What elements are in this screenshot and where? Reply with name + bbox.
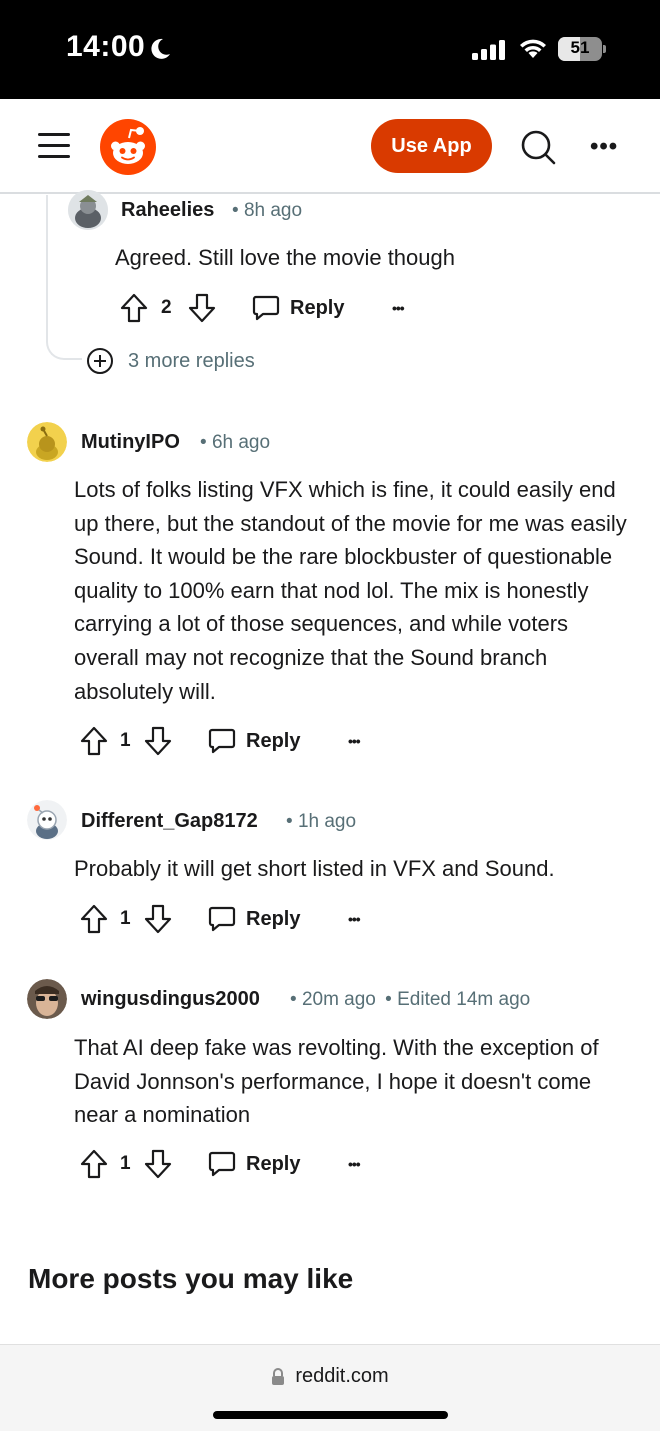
search-icon[interactable] <box>520 129 556 165</box>
comment-overflow-icon[interactable]: ••• <box>348 911 361 927</box>
cellular-signal-icon <box>472 40 505 60</box>
time-ago: 1h ago <box>297 811 357 832</box>
comment-body: Agreed. Still love the movie though <box>115 245 455 270</box>
status-time: 14:00 <box>66 30 146 63</box>
vote-count: 2 <box>161 297 172 318</box>
vote-count: 1 <box>120 908 131 929</box>
avatar[interactable] <box>27 979 67 1019</box>
comment-username[interactable]: Different_Gap8172 <box>81 810 258 833</box>
lock-icon <box>272 1367 285 1385</box>
use-app-button[interactable]: Use App <box>371 119 492 173</box>
comment-actions: 2 Reply ••• <box>120 292 420 326</box>
dot-separator: • <box>385 989 392 1010</box>
battery-icon: 51 <box>558 37 606 61</box>
dot-separator: • <box>232 200 239 221</box>
reply-comment-icon <box>208 906 236 932</box>
reply-comment-icon <box>252 295 280 321</box>
downvote-icon[interactable] <box>144 904 172 934</box>
more-replies-button[interactable]: 3 more replies <box>86 346 255 376</box>
upvote-icon[interactable] <box>120 293 148 323</box>
battery-level: 51 <box>570 38 590 57</box>
dot-separator: • <box>290 989 297 1010</box>
do-not-disturb-moon-icon <box>151 38 170 59</box>
downvote-icon[interactable] <box>144 726 172 756</box>
comment-overflow-icon[interactable]: ••• <box>348 1156 361 1172</box>
reply-label: Reply <box>246 729 301 752</box>
upvote-icon[interactable] <box>80 1149 108 1179</box>
expand-plus-icon <box>87 348 113 374</box>
upvote-icon[interactable] <box>80 726 108 756</box>
url-domain[interactable]: reddit.com <box>295 1365 388 1388</box>
status-bar: 14:00 51 <box>0 0 660 99</box>
comment-timestamp: • 6h ago <box>200 432 270 454</box>
reply-comment-icon <box>208 1151 236 1177</box>
comment-username[interactable]: wingusdingus2000 <box>81 988 260 1011</box>
comment-username[interactable]: Raheelies <box>121 199 214 222</box>
more-replies-label: 3 more replies <box>128 349 255 372</box>
more-options-icon[interactable]: ••• <box>590 135 622 159</box>
reply-button[interactable]: Reply <box>208 905 300 933</box>
comment-username[interactable]: MutinyIPO <box>81 431 180 454</box>
comment-overflow-icon[interactable]: ••• <box>392 300 405 316</box>
comment-actions: 1 Reply ••• <box>80 1148 380 1182</box>
time-ago: 8h ago <box>243 200 303 221</box>
browser-url-bar[interactable]: reddit.com <box>0 1344 660 1431</box>
reply-comment-icon <box>208 728 236 754</box>
comment-body: Probably it will get short listed in VFX… <box>74 856 555 881</box>
avatar[interactable] <box>68 190 108 230</box>
hamburger-menu-icon[interactable] <box>38 133 70 159</box>
avatar[interactable] <box>27 800 67 840</box>
reply-button[interactable]: Reply <box>208 727 300 755</box>
reply-label: Reply <box>290 296 345 319</box>
vote-count: 1 <box>120 730 131 751</box>
avatar[interactable] <box>27 422 67 462</box>
reply-button[interactable]: Reply <box>252 294 344 322</box>
dot-separator: • <box>286 811 293 832</box>
reply-label: Reply <box>246 907 301 930</box>
reddit-logo-icon[interactable] <box>100 119 156 175</box>
comment-actions: 1 Reply ••• <box>80 903 380 937</box>
comment-body: Lots of folks listing VFX which is fine,… <box>74 477 627 704</box>
top-navigation-bar: Use App ••• <box>0 99 660 194</box>
comment-actions: 1 Reply ••• <box>80 725 380 759</box>
comment-timestamp: • 1h ago <box>286 811 356 833</box>
edited-label: Edited 14m ago <box>397 989 531 1010</box>
time-ago: 6h ago <box>211 432 271 453</box>
vote-count: 1 <box>120 1153 131 1174</box>
reply-label: Reply <box>246 1152 301 1175</box>
comment-timestamp: • 20m ago • Edited 14m ago <box>290 989 530 1011</box>
comment-overflow-icon[interactable]: ••• <box>348 733 361 749</box>
home-indicator[interactable] <box>213 1411 448 1419</box>
dot-separator: • <box>200 432 207 453</box>
more-posts-heading: More posts you may like <box>28 1263 354 1294</box>
comment-body: That AI deep fake was revolting. With th… <box>74 1035 599 1128</box>
comment-timestamp: • 8h ago <box>232 200 302 222</box>
wifi-icon <box>520 39 546 58</box>
upvote-icon[interactable] <box>80 904 108 934</box>
thread-connector <box>46 195 48 335</box>
downvote-icon[interactable] <box>188 293 216 323</box>
downvote-icon[interactable] <box>144 1149 172 1179</box>
thread-connector-curve <box>46 330 82 360</box>
reply-button[interactable]: Reply <box>208 1150 300 1178</box>
time-ago: 20m ago <box>301 989 376 1010</box>
